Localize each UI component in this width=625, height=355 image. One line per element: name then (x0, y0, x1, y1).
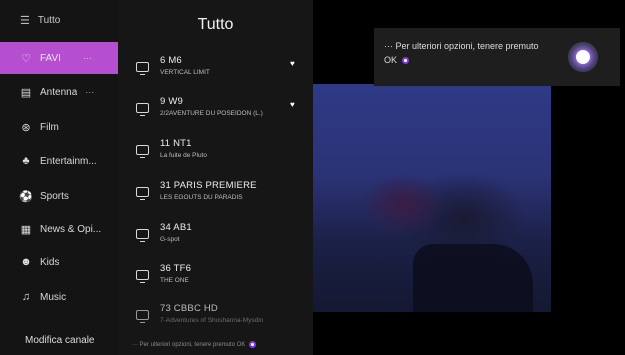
sidebar-item-label: News & Opi... (40, 223, 102, 235)
channel-row[interactable]: 36 TF6 THE ONE (118, 258, 313, 298)
tv-icon (136, 145, 149, 158)
tv-icon (136, 62, 149, 75)
channel-row[interactable]: 9 W9 2/2AVENTURE DU POSEIDON (L.) ♥ (118, 91, 313, 131)
more-options-icon: ··· (82, 53, 92, 63)
sidebar-item-music[interactable]: ♫ Music (0, 281, 118, 313)
sidebar-item-label: Antenna (40, 86, 78, 98)
sidebar-item-film[interactable]: ⊛ Film (0, 111, 118, 143)
channel-name: 36 TF6 (160, 263, 192, 274)
video-shadow (413, 244, 533, 312)
tv-icon (136, 229, 149, 242)
tv-icon (136, 103, 149, 116)
film-icon: ⊛ (21, 121, 31, 134)
channel-name: 6 M6 (160, 55, 182, 66)
tv-icon (136, 187, 149, 200)
kids-icon: ☻ (20, 256, 32, 268)
sidebar-item-label: Film (40, 121, 59, 133)
ok-button-icon (568, 42, 598, 72)
sidebar-item-label: Kids (40, 256, 60, 268)
sidebar-header[interactable]: ☰ Tutto (0, 0, 118, 40)
channel-row[interactable]: 31 PARIS PREMIERE LES EGOUTS DU PARADIS (118, 175, 313, 215)
sidebar-item-news[interactable]: ▦ News & Opi... (0, 213, 118, 245)
video-preview (313, 84, 551, 312)
category-sidebar: ☰ Tutto ♡ FAVI ··· ▤ Antenna ··· ⊛ Film … (0, 0, 118, 355)
sidebar-item-label: FAVI (40, 52, 61, 64)
tooltip-text: ··· Per ulteriori opzioni, tenere premut… (384, 39, 549, 67)
program-title: VERTICAL LIMIT (160, 69, 210, 76)
ok-button-icon (249, 341, 257, 348)
more-options-icon: ··· (85, 87, 95, 97)
edit-channel-button[interactable]: Modifica canale (25, 335, 94, 346)
channel-row[interactable]: 73 CBBC HD 7-Adventures of Shoshanna-Mys… (118, 298, 313, 338)
sidebar-item-label: Entertainm... (40, 155, 97, 167)
sports-icon: ⚽ (19, 190, 33, 203)
heart-icon: ♡ (21, 52, 31, 65)
sidebar-item-kids[interactable]: ☻ Kids (0, 246, 118, 278)
program-title: 7-Adventures of Shoshanna-Mysdin (160, 317, 264, 324)
antenna-icon: ▤ (20, 86, 32, 99)
channel-name: 31 PARIS PREMIERE (160, 180, 257, 191)
channel-list-title: Tutto (197, 16, 234, 33)
favorite-heart-icon: ♥ (290, 59, 295, 68)
channel-name: 73 CBBC HD (160, 303, 218, 314)
tv-icon (136, 270, 149, 283)
program-title: La fuite de Pluto (160, 152, 207, 159)
program-title: THE ONE (160, 277, 189, 284)
channel-name: 11 NT1 (160, 138, 192, 149)
channel-name: 9 W9 (160, 96, 183, 107)
options-hint: ··· Per ulteriori opzioni, tenere premut… (132, 341, 257, 349)
favorite-heart-icon: ♥ (290, 100, 295, 109)
menu-icon: ☰ (20, 14, 30, 27)
channel-row[interactable]: 6 M6 VERTICAL LIMIT ♥ (118, 50, 313, 90)
options-tooltip: ··· Per ulteriori opzioni, tenere premut… (374, 28, 620, 86)
sidebar-item-antenna[interactable]: ▤ Antenna ··· (0, 76, 118, 108)
channel-row[interactable]: 11 NT1 La fuite de Pluto (118, 133, 313, 173)
tv-icon (136, 310, 149, 323)
sidebar-item-favi[interactable]: ♡ FAVI ··· (0, 42, 118, 74)
entertainment-icon: ♣ (22, 155, 30, 167)
sidebar-item-sports[interactable]: ⚽ Sports (0, 180, 118, 212)
music-icon: ♫ (21, 291, 31, 303)
program-title: 2/2AVENTURE DU POSEIDON (L.) (160, 110, 263, 117)
options-hint-text: ··· Per ulteriori opzioni, tenere premut… (132, 342, 246, 349)
channel-list: Tutto 6 M6 VERTICAL LIMIT ♥ 9 W9 2/2AVEN… (118, 0, 313, 355)
channel-row[interactable]: 34 AB1 G-spot (118, 217, 313, 257)
sidebar-item-label: Sports (40, 190, 69, 202)
sidebar-item-entertainment[interactable]: ♣ Entertainm... (0, 145, 118, 177)
sidebar-header-label: Tutto (37, 14, 61, 26)
channel-name: 34 AB1 (160, 222, 192, 233)
program-title: G-spot (160, 236, 180, 243)
program-title: LES EGOUTS DU PARADIS (160, 194, 243, 201)
news-icon: ▦ (20, 223, 32, 236)
sidebar-item-label: Music (40, 291, 67, 303)
ok-button-icon (401, 57, 409, 65)
